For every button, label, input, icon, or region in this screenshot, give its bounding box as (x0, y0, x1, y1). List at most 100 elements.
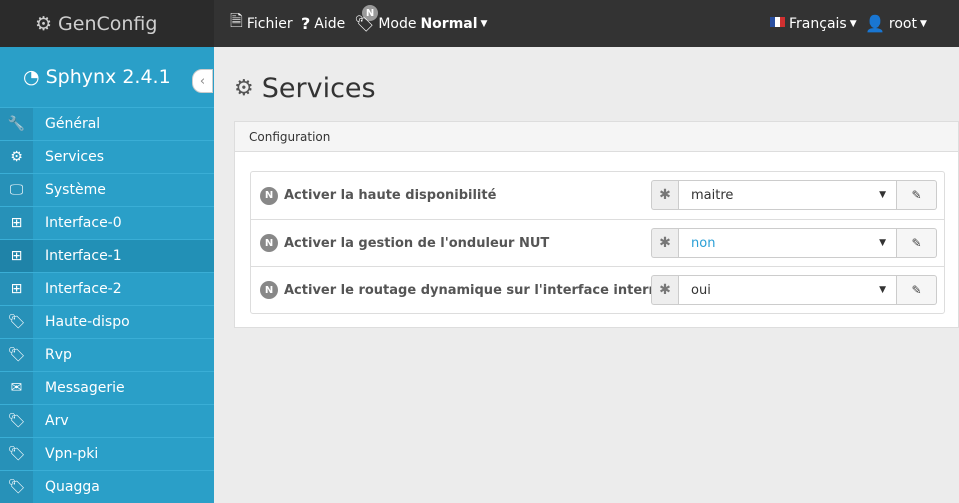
onduleur-nut-select[interactable]: non ▼ (678, 228, 897, 258)
sidebar-item-label: Système (45, 182, 106, 198)
brand[interactable]: ⚙ GenConfig (0, 0, 214, 47)
tag-icon: 🏷 (354, 14, 375, 33)
edit-icon: ✎ (911, 236, 922, 250)
language-menu[interactable]: Français ▼ (770, 0, 857, 47)
page-title-text: Services (261, 73, 376, 104)
row-label: N Activer la haute disponibilité (251, 186, 497, 205)
select-value: maitre (691, 187, 734, 203)
sidebar-item-label: Arv (45, 413, 69, 429)
tags-icon: 🏷 (0, 404, 33, 438)
sidebar-item-label: Services (45, 149, 105, 165)
panel-heading: Configuration (235, 122, 958, 152)
asterisk-icon: ✱ (651, 275, 678, 305)
sidebar-item-messagerie[interactable]: ✉ Messagerie (0, 371, 214, 405)
sidebar-item-label: Rvp (45, 347, 72, 363)
sidebar-item-systeme[interactable]: 🖵 Système (0, 173, 214, 207)
row-label: N Activer le routage dynamique sur l'int… (251, 281, 680, 299)
help-menu-label: Aide (314, 15, 346, 32)
config-rows: N Activer la haute disponibilité ✱ maitr… (250, 171, 945, 314)
configuration-panel: Configuration N Activer la haute disponi… (234, 121, 959, 328)
top-navbar: ⚙ GenConfig 🗎 Fichier ? Aide N 🏷 Mode No… (0, 0, 959, 47)
chevron-left-icon: ‹ (199, 73, 206, 89)
sidebar-item-services[interactable]: ⚙ Services (0, 140, 214, 174)
row-control: ✱ maitre ▼ ✎ (651, 180, 937, 210)
sidebar-item-label: Haute-dispo (45, 314, 130, 330)
edit-button[interactable]: ✎ (897, 228, 937, 258)
asterisk-icon: ✱ (651, 180, 678, 210)
tags-icon: 🏷 (0, 305, 33, 339)
file-menu[interactable]: 🗎 Fichier (230, 0, 293, 47)
file-menu-label: Fichier (246, 15, 293, 32)
file-icon: 🗎 (230, 11, 243, 30)
sitemap-icon: ⊞ (0, 272, 33, 306)
row-label-text: Activer la gestion de l'onduleur NUT (284, 235, 550, 251)
sidebar-title: Sphynx 2.4.1 (45, 66, 171, 88)
normal-badge: N (260, 234, 278, 252)
sidebar-item-rvp[interactable]: 🏷 Rvp (0, 338, 214, 372)
sidebar-item-label: Quagga (45, 479, 100, 495)
sidebar-item-interface-0[interactable]: ⊞ Interface-0 (0, 206, 214, 240)
caret-down-icon: ▼ (849, 18, 857, 29)
sidebar-item-interface-1[interactable]: ⊞ Interface-1 (0, 239, 214, 273)
caret-down-icon: ▼ (480, 18, 488, 29)
question-icon: ? (301, 14, 311, 33)
cogs-icon: ⚙ (35, 12, 53, 35)
cogs-icon: ⚙ (0, 140, 33, 174)
tags-icon: 🏷 (0, 338, 33, 372)
row-label-text: Activer la haute disponibilité (284, 188, 497, 203)
edit-button[interactable]: ✎ (897, 180, 937, 210)
sidebar-item-quagga[interactable]: 🏷 Quagga (0, 470, 214, 503)
user-icon: 👤 (865, 14, 885, 33)
caret-down-icon: ▼ (920, 18, 927, 29)
sidebar-header: ◔ Sphynx 2.4.1 ‹ (0, 47, 214, 107)
tags-icon: 🏷 (0, 470, 33, 503)
config-row-haute-dispo: N Activer la haute disponibilité ✱ maitr… (251, 172, 944, 219)
mode-prefix: Mode (378, 15, 417, 32)
sidebar-item-label: Interface-1 (45, 248, 122, 264)
mode-value: Normal (420, 15, 478, 32)
sidebar-item-label: Interface-0 (45, 215, 122, 231)
wrench-icon: 🔧 (0, 107, 33, 141)
edit-icon: ✎ (911, 283, 922, 297)
language-label: Français (789, 15, 847, 32)
sitemap-icon: ⊞ (0, 239, 33, 273)
caret-down-icon: ▼ (879, 238, 886, 248)
config-row-onduleur-nut: N Activer la gestion de l'onduleur NUT ✱… (251, 219, 944, 266)
sidebar: ◔ Sphynx 2.4.1 ‹ 🔧 Général ⚙ Services 🖵 … (0, 47, 214, 503)
edit-icon: ✎ (911, 188, 922, 202)
help-menu[interactable]: ? Aide (301, 0, 345, 47)
page-title: ⚙ Services (234, 73, 376, 104)
haute-dispo-select[interactable]: maitre ▼ (678, 180, 897, 210)
select-value: non (691, 235, 716, 251)
caret-down-icon: ▼ (879, 190, 886, 200)
main-content: ⚙ Services Configuration N Activer la ha… (214, 47, 959, 503)
mode-menu[interactable]: 🏷 Mode Normal ▼ (354, 0, 487, 47)
config-row-routage-dynamique: N Activer le routage dynamique sur l'int… (251, 266, 944, 313)
desktop-icon: 🖵 (0, 173, 33, 207)
row-label: N Activer la gestion de l'onduleur NUT (251, 234, 549, 252)
envelope-icon: ✉ (0, 371, 33, 405)
edit-button[interactable]: ✎ (897, 275, 937, 305)
row-control: ✱ oui ▼ ✎ (651, 275, 937, 305)
tags-icon: 🏷 (0, 437, 33, 471)
normal-badge: N (260, 281, 278, 299)
user-menu[interactable]: 👤 root ▼ (865, 0, 927, 47)
user-label: root (888, 15, 917, 32)
sitemap-icon: ⊞ (0, 206, 33, 240)
normal-badge: N (260, 186, 278, 205)
sidebar-item-vpn-pki[interactable]: 🏷 Vpn-pki (0, 437, 214, 471)
sidebar-item-haute-dispo[interactable]: 🏷 Haute-dispo (0, 305, 214, 339)
sidebar-item-label: Interface-2 (45, 281, 122, 297)
dashboard-icon: ◔ (23, 66, 40, 88)
row-control: ✱ non ▼ ✎ (651, 228, 937, 258)
row-label-text: Activer le routage dynamique sur l'inter… (284, 282, 681, 298)
collapse-sidebar-button[interactable]: ‹ (192, 69, 213, 93)
select-value: oui (691, 282, 711, 298)
sidebar-item-label: Vpn-pki (45, 446, 99, 462)
asterisk-icon: ✱ (651, 228, 678, 258)
sidebar-item-label: Général (45, 116, 101, 132)
routage-dynamique-select[interactable]: oui ▼ (678, 275, 897, 305)
sidebar-item-interface-2[interactable]: ⊞ Interface-2 (0, 272, 214, 306)
sidebar-item-arv[interactable]: 🏷 Arv (0, 404, 214, 438)
sidebar-item-general[interactable]: 🔧 Général (0, 107, 214, 141)
